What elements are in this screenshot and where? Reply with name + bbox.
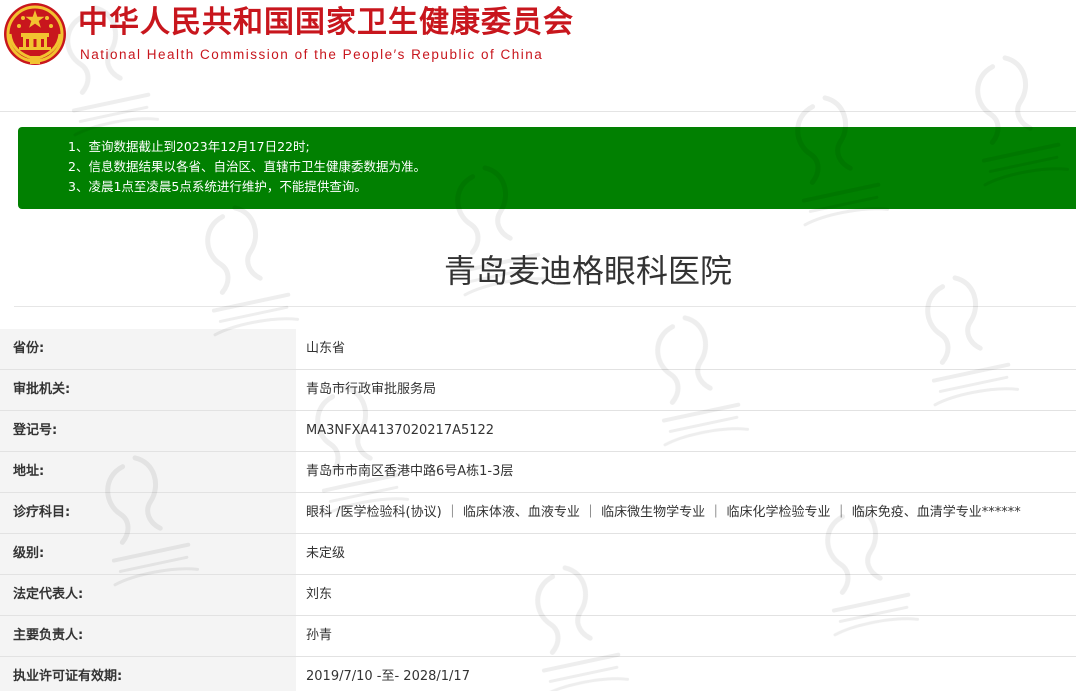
row-label: 法定代表人: [0,575,296,615]
info-row-address: 地址: 青岛市市南区香港中路6号A栋1-3层 [0,452,1076,493]
row-value: 孙青 [306,628,333,643]
row-value: MA3NFXA4137020217A5122 [306,423,495,438]
title-divider [14,306,1076,307]
info-row-province: 省份: 山东省 [0,329,1076,370]
info-row-registration-number: 登记号: MA3NFXA4137020217A5122 [0,411,1076,452]
row-value: 青岛市市南区香港中路6号A栋1-3层 [306,464,514,479]
commission-title-en: National Health Commission of the People… [80,47,544,62]
info-row-level: 级别: 未定级 [0,534,1076,575]
site-header: 中华人民共和国国家卫生健康委员会 National Health Commiss… [0,0,686,68]
row-value: 刘东 [306,587,333,602]
info-row-approval-authority: 审批机关: 青岛市行政审批服务局 [0,370,1076,411]
row-label: 省份: [0,329,296,369]
info-row-legal-representative: 法定代表人: 刘东 [0,575,1076,616]
notice-banner: 1、查询数据截止到2023年12月17日22时; 2、信息数据结果以各省、自治区… [18,127,1076,209]
row-value: 山东省 [306,341,346,356]
hospital-info-table: 省份: 山东省 审批机关: 青岛市行政审批服务局 登记号: MA3NFXA413… [0,329,1076,691]
row-value: 眼科 /医学检验科(协议) ｜ 临床体液、血液专业 ｜ 临床微生物学专业 ｜ 临… [306,505,1021,520]
row-label: 登记号: [0,411,296,451]
row-label: 审批机关: [0,370,296,410]
info-row-license-validity: 执业许可证有效期: 2019/7/10 -至- 2028/1/17 [0,657,1076,691]
header-divider [0,111,1076,112]
row-label: 级别: [0,534,296,574]
hospital-name: 青岛麦迪格眼科医院 [443,252,732,290]
commission-title-cn: 中华人民共和国国家卫生健康委员会 [78,5,574,40]
notice-line-1: 1、查询数据截止到2023年12月17日22时; [68,139,310,154]
row-value: 2019/7/10 -至- 2028/1/17 [306,669,470,684]
row-value: 未定级 [306,546,346,561]
row-label: 执业许可证有效期: [0,657,296,691]
page: 中华人民共和国国家卫生健康委员会 National Health Commiss… [0,0,1076,691]
info-row-departments: 诊疗科目: 眼科 /医学检验科(协议) ｜ 临床体液、血液专业 ｜ 临床微生物学… [0,493,1076,534]
national-emblem-icon [4,3,66,65]
info-row-principal: 主要负责人: 孙青 [0,616,1076,657]
row-value: 青岛市行政审批服务局 [306,382,437,397]
notice-line-2: 2、信息数据结果以各省、自治区、直辖市卫生健康委数据为准。 [68,159,426,174]
row-label: 地址: [0,452,296,492]
row-label: 主要负责人: [0,616,296,656]
notice-line-3: 3、凌晨1点至凌晨5点系统进行维护，不能提供查询。 [68,179,367,194]
row-label: 诊疗科目: [0,493,296,533]
